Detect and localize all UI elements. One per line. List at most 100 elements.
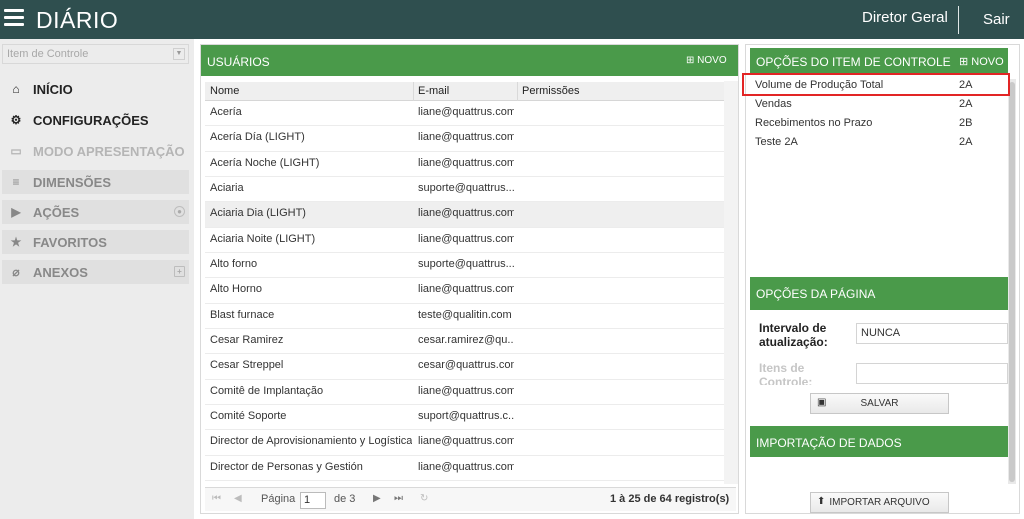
paperclip-icon: ⌀ bbox=[12, 265, 20, 279]
table-row[interactable]: Acería Día (LIGHT) liane@quattrus.com bbox=[205, 126, 725, 152]
option-name: Teste 2A bbox=[755, 136, 798, 148]
sidebar-item-label: INÍCIO bbox=[33, 82, 73, 97]
last-page-icon[interactable]: ⏭ bbox=[394, 493, 403, 504]
table-row[interactable]: Director de Personas y Gestión liane@quat… bbox=[205, 456, 725, 482]
option-name: Vendas bbox=[755, 98, 792, 110]
gear-icon: ⚙ bbox=[10, 113, 22, 127]
table-row[interactable]: Blast furnace teste@qualitin.com bbox=[205, 304, 725, 330]
user-email-cell: teste@qualitin.com bbox=[418, 308, 512, 321]
user-name-cell: Alto forno bbox=[210, 258, 258, 271]
user-name-cell: Aciaria Noite (LIGHT) bbox=[210, 232, 316, 245]
list-item[interactable]: Recebimentos no Prazo 2B bbox=[750, 114, 1009, 133]
table-row[interactable]: Alto Horno liane@quattrus.com bbox=[205, 278, 725, 304]
user-email-cell: liane@quattrus.com bbox=[418, 207, 514, 220]
save-label: SALVAR bbox=[860, 398, 899, 409]
users-grid-header: Nome E-mail Permissões bbox=[205, 82, 725, 101]
control-item-select[interactable]: Item de Controle ▼ bbox=[2, 44, 189, 64]
sidebar-item-label: CONFIGURAÇÕES bbox=[33, 113, 149, 128]
user-email-cell: liane@quattrus.com bbox=[418, 283, 514, 296]
user-name-cell: Comité Soporte bbox=[210, 410, 287, 423]
top-bar: DIÁRIO Diretor Geral Sair bbox=[0, 0, 1024, 39]
user-name-cell: Director de Aprovisionamiento y Logístic… bbox=[210, 435, 413, 448]
option-code: 2A bbox=[959, 98, 973, 110]
save-button[interactable]: ▣ SALVAR bbox=[810, 393, 949, 414]
user-email-cell: liane@quattrus.com bbox=[418, 156, 514, 169]
user-email-cell: liane@quattrus.com bbox=[418, 384, 514, 397]
interval-label: Intervalo de atualização: bbox=[759, 321, 828, 349]
circle-icon[interactable]: ● bbox=[174, 206, 185, 217]
user-name[interactable]: Diretor Geral bbox=[862, 9, 948, 26]
users-grid-body: Acería liane@quattrus.com Acería Día (LIG… bbox=[205, 101, 725, 482]
user-name-cell: Aciaria bbox=[210, 182, 244, 195]
options-scrollbar-thumb[interactable] bbox=[1009, 82, 1015, 482]
page-number-input[interactable]: 1 bbox=[300, 492, 326, 509]
chevron-down-icon[interactable]: ▼ bbox=[173, 48, 185, 60]
page-options-title: OPÇÕES DA PÁGINA bbox=[756, 287, 876, 301]
table-row[interactable]: Alto forno suporte@quattrus.... bbox=[205, 253, 725, 279]
sidebar-item-anexos[interactable]: ⌀ ANEXOS + bbox=[2, 260, 189, 284]
sidebar-item-configuracoes[interactable]: ⚙ CONFIGURAÇÕES bbox=[2, 108, 189, 132]
user-name-cell: Alto Horno bbox=[210, 283, 262, 296]
sidebar-item-inicio[interactable]: ⌂ INÍCIO bbox=[2, 77, 189, 101]
column-separator bbox=[413, 82, 414, 101]
user-name-cell: Blast furnace bbox=[210, 308, 275, 321]
menu-icon[interactable] bbox=[4, 9, 24, 27]
table-row[interactable]: Comitê de Implantação liane@quattrus.com bbox=[205, 380, 725, 406]
import-file-label: IMPORTAR ARQUIVO bbox=[829, 497, 930, 508]
user-email-cell: suporte@quattrus.... bbox=[418, 258, 514, 271]
refresh-icon[interactable]: ↻ bbox=[420, 493, 428, 504]
column-header-nome[interactable]: Nome bbox=[210, 85, 239, 97]
first-page-icon[interactable]: ⏮ bbox=[212, 493, 221, 504]
table-row[interactable]: Aciaria suporte@quattrus.... bbox=[205, 177, 725, 203]
sidebar-item-dimensoes[interactable]: ≡ DIMENSÕES bbox=[2, 170, 189, 194]
table-row[interactable]: Acería Noche (LIGHT) liane@quattrus.com bbox=[205, 152, 725, 178]
interval-field[interactable]: NUNCA bbox=[856, 323, 1008, 344]
sidebar-item-favoritos[interactable]: ★ FAVORITOS bbox=[2, 230, 189, 254]
table-row[interactable]: Comité Soporte suport@quattrus.c... bbox=[205, 405, 725, 431]
plus-icon[interactable]: + bbox=[174, 266, 185, 277]
options-panel: OPÇÕES DO ITEM DE CONTROLE ⊞ NOVO Volume… bbox=[745, 44, 1020, 514]
sidebar-item-modo-apresentacao[interactable]: ▭ MODO APRESENTAÇÃO bbox=[2, 139, 189, 163]
user-email-cell: liane@quattrus.com bbox=[418, 435, 514, 448]
sidebar-item-label: ANEXOS bbox=[33, 265, 88, 280]
user-email-cell: suporte@quattrus.... bbox=[418, 182, 514, 195]
new-user-button[interactable]: ⊞ NOVO bbox=[686, 55, 727, 66]
user-email-cell: liane@quattrus.com bbox=[418, 106, 514, 118]
user-name-cell: Acería Día (LIGHT) bbox=[210, 131, 305, 144]
user-email-cell: cesar.ramirez@qu... bbox=[418, 334, 514, 347]
options-header: OPÇÕES DO ITEM DE CONTROLE ⊞ NOVO bbox=[750, 48, 1008, 74]
table-row[interactable]: Acería liane@quattrus.com bbox=[205, 101, 725, 127]
user-email-cell: liane@quattrus.com bbox=[418, 232, 514, 245]
prev-page-icon[interactable]: ◀ bbox=[234, 493, 242, 504]
upload-icon: ⬆ bbox=[817, 496, 826, 507]
floppy-icon: ▣ bbox=[817, 397, 827, 408]
users-header: USUÁRIOS ⊞ NOVO bbox=[201, 45, 738, 76]
page-count: de 3 bbox=[334, 493, 356, 505]
next-page-icon[interactable]: ▶ bbox=[373, 493, 381, 504]
table-row[interactable]: Aciaria Dia (LIGHT) liane@quattrus.com bbox=[205, 202, 725, 228]
list-item[interactable]: Teste 2A 2A bbox=[750, 133, 1009, 152]
import-header: IMPORTAÇÃO DE DADOS bbox=[750, 426, 1008, 457]
column-separator bbox=[517, 82, 518, 101]
new-option-button[interactable]: ⊞ NOVO bbox=[959, 55, 1004, 68]
app-title: DIÁRIO bbox=[36, 7, 119, 33]
logout-link[interactable]: Sair bbox=[983, 11, 1010, 28]
user-name-cell: Acería Noche (LIGHT) bbox=[210, 156, 320, 169]
import-file-button[interactable]: ⬆ IMPORTAR ARQUIVO bbox=[810, 492, 949, 513]
table-row[interactable]: Cesar Ramirez cesar.ramirez@qu... bbox=[205, 329, 725, 355]
sidebar-item-acoes[interactable]: ▶ AÇÕES ● bbox=[2, 200, 189, 224]
table-row[interactable]: Director de Aprovisionamiento y Logístic… bbox=[205, 430, 725, 456]
divider bbox=[958, 6, 959, 34]
table-row[interactable]: Aciaria Noite (LIGHT) liane@quattrus.com bbox=[205, 228, 725, 254]
list-item[interactable]: Vendas 2A bbox=[750, 95, 1009, 114]
user-email-cell: suport@quattrus.c... bbox=[418, 410, 514, 423]
users-scrollbar[interactable] bbox=[724, 81, 738, 484]
column-header-email[interactable]: E-mail bbox=[418, 85, 449, 97]
items-field[interactable] bbox=[856, 363, 1008, 384]
table-row[interactable]: Cesar Streppel cesar@quattrus.com bbox=[205, 354, 725, 380]
column-header-permissoes[interactable]: Permissões bbox=[522, 85, 579, 97]
sidebar: Item de Controle ▼ ⌂ INÍCIO ⚙ CONFIGURAÇ… bbox=[0, 39, 194, 519]
user-name-cell: Cesar Streppel bbox=[210, 359, 284, 372]
user-name-cell: Aciaria Dia (LIGHT) bbox=[210, 207, 306, 220]
plus-icon: ⊞ bbox=[686, 55, 698, 66]
